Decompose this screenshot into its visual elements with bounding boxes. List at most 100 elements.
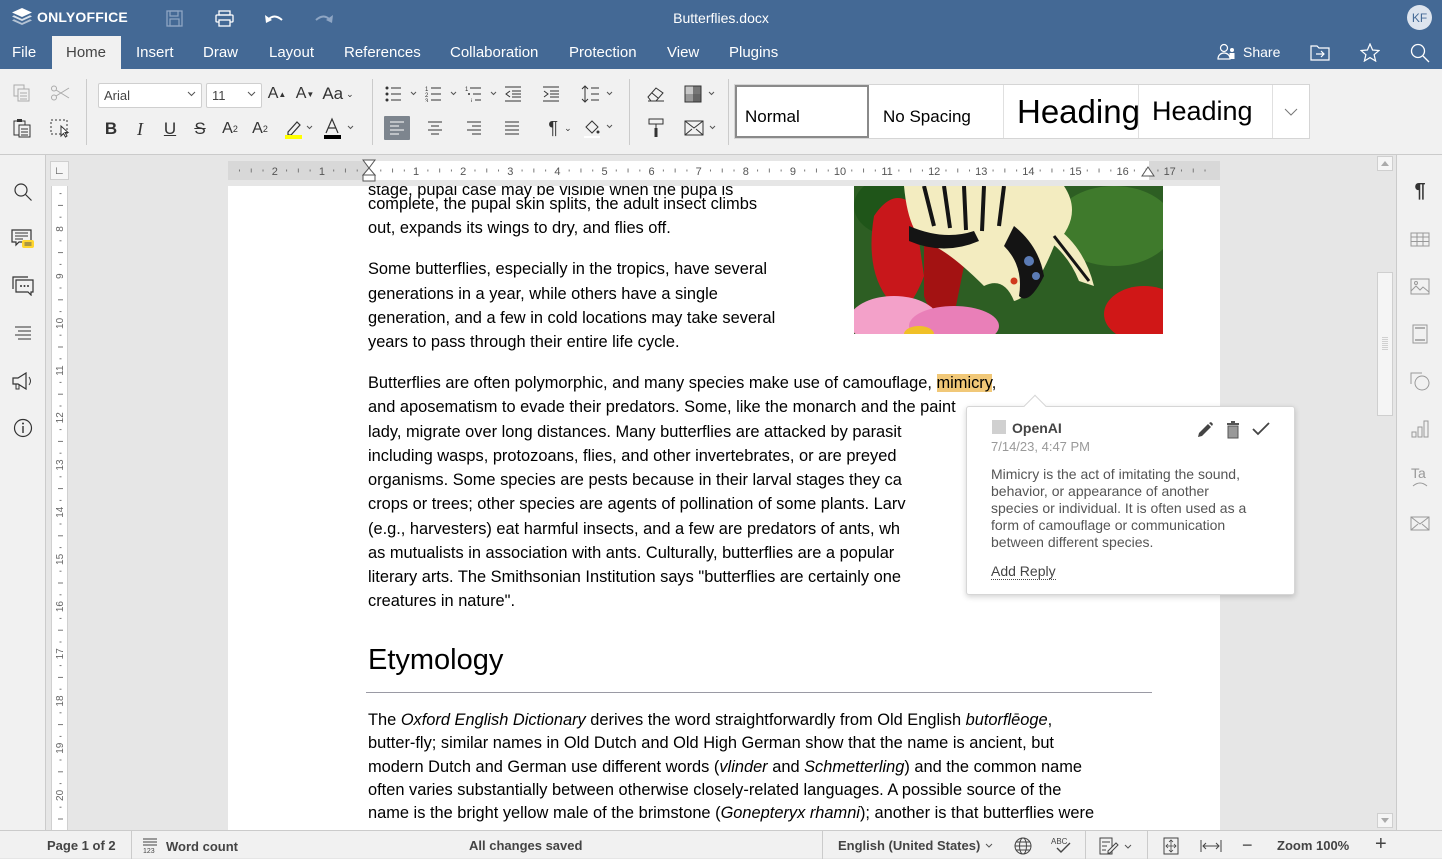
share-button[interactable]: Share [1217, 43, 1280, 60]
search-icon[interactable] [10, 179, 36, 205]
font-color-button[interactable] [320, 116, 356, 140]
navigation-headings-icon[interactable] [10, 320, 36, 346]
table-settings-icon[interactable] [1407, 226, 1433, 252]
tab-home[interactable]: Home [52, 36, 121, 69]
chart-settings-icon[interactable] [1407, 416, 1433, 442]
paragraph-settings-icon[interactable]: ¶ [1407, 178, 1433, 204]
commented-word-mimicry[interactable]: mimicry [936, 374, 992, 392]
style-heading-2[interactable]: Heading [1139, 85, 1273, 138]
delete-comment-icon[interactable] [1226, 421, 1240, 444]
style-normal[interactable]: Normal [735, 85, 869, 138]
decrease-font-icon[interactable]: A ▼ [292, 82, 318, 106]
copy-icon[interactable] [9, 81, 35, 105]
strikethrough-icon[interactable]: S [187, 117, 213, 141]
paragraph-shading-icon[interactable] [582, 116, 616, 140]
paste-icon[interactable] [9, 116, 35, 140]
superscript-icon[interactable]: A2 [217, 117, 243, 141]
decrease-indent-icon[interactable] [500, 82, 526, 106]
tab-file[interactable]: File [0, 36, 48, 69]
fit-to-width-icon[interactable] [1200, 839, 1222, 856]
zoom-out-button[interactable]: − [1242, 836, 1253, 854]
line-spacing-icon[interactable] [580, 82, 616, 106]
ruler-tick-label: 13 [55, 459, 66, 471]
increase-indent-icon[interactable] [538, 82, 564, 106]
change-case-icon[interactable]: Aa ⌄ [320, 82, 356, 106]
style-heading-1[interactable]: Heading [1004, 85, 1139, 138]
style-no-spacing[interactable]: No Spacing [869, 85, 1004, 138]
italic-run: Gonepteryx rhamni [720, 804, 860, 822]
bullet-list-icon[interactable] [384, 82, 420, 106]
tab-protection[interactable]: Protection [557, 36, 649, 69]
select-all-icon[interactable] [47, 116, 73, 140]
numbered-list-icon[interactable]: 123 [424, 82, 460, 106]
page-indicator[interactable]: Page 1 of 2 [47, 838, 116, 853]
tab-insert[interactable]: Insert [124, 36, 186, 69]
multilevel-list-icon[interactable]: 1i [464, 82, 500, 106]
tab-collaboration[interactable]: Collaboration [438, 36, 550, 69]
color-scheme-icon[interactable] [683, 82, 719, 106]
tab-references[interactable]: References [332, 36, 433, 69]
nonprinting-characters-icon[interactable]: ¶ ⌄ [543, 116, 577, 140]
justify-icon[interactable] [499, 116, 525, 140]
language-selector[interactable]: English (United States) [838, 838, 993, 853]
spell-check-icon[interactable]: ABC [1051, 836, 1073, 857]
styles-expand-button[interactable] [1273, 85, 1309, 138]
open-location-icon[interactable] [1310, 44, 1330, 66]
italic-icon[interactable]: I [127, 117, 153, 141]
horizontal-ruler[interactable]: 2 1 1 2 3 4 5 6 7 8 9 10 11 12 13 14 15 16 17 [228, 159, 1220, 183]
chat-icon[interactable] [10, 273, 36, 299]
align-left-icon[interactable] [384, 116, 410, 140]
bold-icon[interactable]: B [98, 117, 124, 141]
edit-comment-icon[interactable] [1196, 421, 1214, 444]
document-language-globe-icon[interactable] [1014, 837, 1032, 858]
clear-style-eraser-icon[interactable] [643, 82, 669, 106]
align-center-icon[interactable] [422, 116, 448, 140]
resolve-comment-icon[interactable] [1252, 422, 1270, 441]
shape-settings-icon[interactable] [1407, 368, 1433, 394]
comment-text-line: form of camouflage or communication [991, 517, 1226, 533]
feedback-megaphone-icon[interactable] [10, 368, 36, 394]
tab-stop-selector[interactable]: ∟ [50, 161, 69, 180]
add-reply-link[interactable]: Add Reply [991, 563, 1056, 580]
tab-plugins[interactable]: Plugins [717, 36, 790, 69]
scroll-up-button[interactable] [1377, 156, 1393, 171]
vertical-scrollbar[interactable] [1374, 155, 1396, 830]
scroll-thumb[interactable] [1377, 272, 1393, 416]
comment-date: 7/14/23, 4:47 PM [991, 439, 1091, 454]
fit-to-page-icon[interactable] [1163, 837, 1179, 858]
scroll-down-button[interactable] [1377, 813, 1393, 828]
tab-layout[interactable]: Layout [257, 36, 326, 69]
right-indent-marker[interactable] [1141, 166, 1155, 178]
comments-icon[interactable] [10, 226, 36, 252]
about-info-icon[interactable] [10, 415, 36, 441]
mail-merge-settings-icon[interactable] [1407, 510, 1433, 536]
first-line-indent-marker[interactable] [362, 159, 376, 183]
font-name-combo[interactable]: Arial [98, 83, 202, 108]
align-right-icon[interactable] [461, 116, 487, 140]
vertical-ruler[interactable]: 8 9 10 11 12 13 14 15 16 17 18 19 20 [51, 186, 68, 830]
ruler-tick-label: 12 [928, 166, 940, 178]
font-size-combo[interactable]: 11 [206, 83, 262, 108]
zoom-level: Zoom 100% [1277, 838, 1350, 853]
text-art-settings-icon[interactable]: Ta [1407, 463, 1433, 489]
user-avatar[interactable]: KF [1407, 5, 1432, 30]
copy-style-paint-roller-icon[interactable] [643, 116, 669, 140]
search-icon[interactable] [1410, 43, 1430, 68]
ruler-tick-label: 2 [272, 166, 278, 178]
increase-font-icon[interactable]: A ▲ [264, 82, 290, 106]
track-changes-button[interactable] [1099, 837, 1132, 855]
ruler-tick-label: 19 [55, 742, 66, 754]
highlight-color-button[interactable] [280, 116, 316, 140]
word-count-button[interactable]: 123 Word count [142, 838, 238, 854]
cut-icon[interactable] [47, 81, 73, 105]
favorite-star-icon[interactable] [1359, 42, 1381, 67]
tab-view[interactable]: View [655, 36, 711, 69]
butterfly-photo[interactable] [854, 186, 1163, 334]
mail-merge-icon[interactable] [683, 116, 719, 140]
underline-icon[interactable]: U [157, 117, 183, 141]
subscript-icon[interactable]: A2 [247, 117, 273, 141]
header-footer-settings-icon[interactable] [1407, 321, 1433, 347]
image-settings-icon[interactable] [1407, 273, 1433, 299]
tab-draw[interactable]: Draw [191, 36, 250, 69]
zoom-in-button[interactable]: + [1375, 834, 1387, 854]
